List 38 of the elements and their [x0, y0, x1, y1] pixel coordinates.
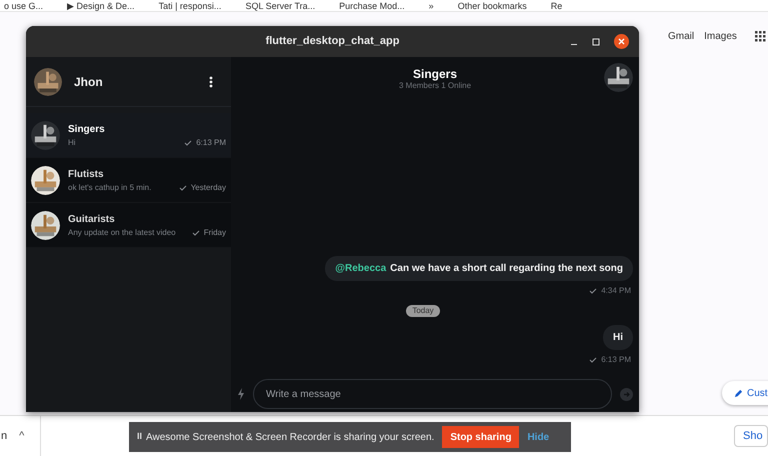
message-time: 4:34 PM	[601, 285, 631, 297]
chat-name: Flutists	[68, 168, 105, 182]
show-all-button[interactable]: Sho	[734, 425, 768, 447]
bookmark[interactable]: Tati | responsi...	[158, 0, 222, 10]
bookmark[interactable]: o use G...	[4, 0, 44, 10]
date-chip: Today	[406, 305, 440, 317]
bookmark[interactable]: »	[428, 0, 434, 10]
chat-name: Guitarists	[68, 212, 116, 226]
profile-name: Jhon	[74, 74, 103, 90]
customize-button[interactable]: Cust	[722, 381, 768, 405]
chat-item[interactable]: Singers Hi 6:13 PM	[26, 113, 231, 158]
bookmark[interactable]: Other bookmarks	[458, 0, 527, 10]
chat-title: Singers	[412, 66, 457, 80]
bookmark[interactable]: Re	[550, 0, 562, 10]
message-field[interactable]: Write a message	[253, 379, 612, 409]
mention-link[interactable]: @Rebecca	[335, 263, 386, 274]
chat-preview: Hi	[68, 136, 76, 148]
message-time: 6:13 PM	[601, 354, 631, 366]
bookmark[interactable]: SQL Server Tra...	[245, 0, 316, 10]
chat-subtitle: 3 Members 1 Online	[398, 80, 472, 90]
top-link[interactable]: Gmail	[668, 29, 694, 44]
chat-time: Friday	[204, 226, 226, 238]
caret-icon[interactable]: ^	[19, 428, 24, 444]
share-message: Awesome Screenshot & Screen Recorder is sharing your screen.	[146, 430, 434, 444]
chat-time: 6:13 PM	[196, 136, 226, 148]
message-text: Can we have a short call regarding the next song	[390, 263, 623, 274]
chat-preview: Any update on the latest video	[68, 226, 176, 238]
chat-time: Yesterday	[190, 182, 226, 194]
bookmark[interactable]: Purchase Mod...	[339, 0, 405, 10]
chat-name: Singers	[68, 122, 106, 136]
message-text: Hi	[613, 332, 623, 343]
stop-sharing-button[interactable]: Stop sharing	[442, 426, 520, 448]
window-title: flutter_desktop_chat_app	[266, 34, 400, 50]
top-link[interactable]: Images	[704, 29, 737, 44]
chat-preview: ok let's cathup in 5 min.	[68, 182, 152, 194]
pause-icon: II	[137, 430, 142, 444]
download-item-text: n	[0, 428, 8, 444]
bookmark[interactable]: ▶ Design & De...	[67, 0, 135, 10]
